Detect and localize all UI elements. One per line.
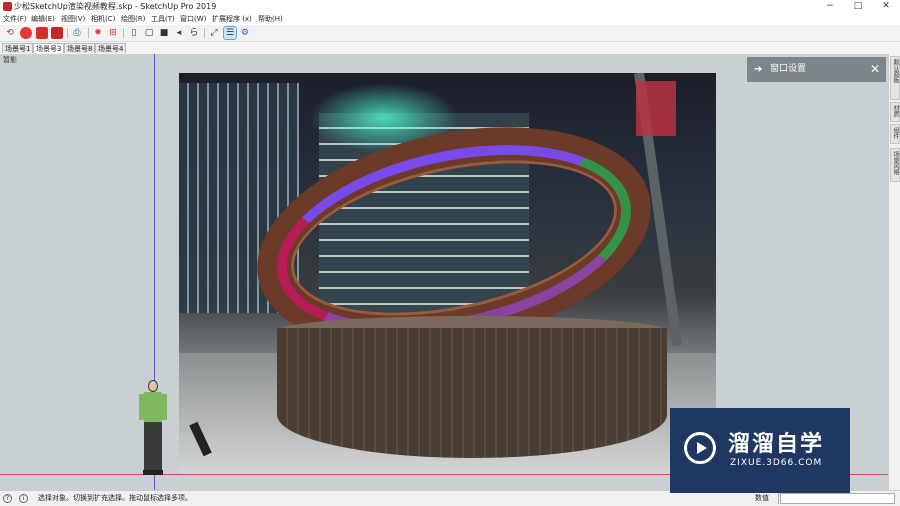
measurements-input[interactable] [780,493,895,504]
toolbar-separator [123,28,124,38]
figure-shoes [143,470,163,475]
menu-camera[interactable]: 相机(C) [91,13,115,25]
box-icon[interactable]: ■ [158,27,170,39]
camera-icon[interactable] [51,27,63,39]
section-icon[interactable]: ◂ [173,27,185,39]
toolbar-separator [67,28,68,38]
window-title: 少松SketchUp渲染视频教程.skp - SketchUp Pro 2019 [14,2,217,11]
menu-bar: 文件(F) 编辑(E) 视图(V) 相机(C) 绘图(R) 工具(T) 窗口(W… [0,13,900,25]
minimize-button[interactable]: − [816,0,844,13]
watermark-logo: 溜溜自学 ZIXUE.3D66.COM [670,408,850,493]
figure-body [143,392,163,422]
scene-tab-8[interactable]: 场景号8 [64,43,96,53]
arrow-right-icon[interactable]: ➔ [754,57,762,82]
menu-extensions[interactable]: 扩展程序 (x) [212,13,252,25]
menu-edit[interactable]: 编辑(E) [31,13,55,25]
folder-icon[interactable] [36,27,48,39]
text-icon[interactable]: ら [188,27,200,39]
watermark-title: 溜溜自学 [728,432,825,457]
status-message: 选择对象。切换到扩充选择。拖动鼠标选择多项。 [38,494,192,502]
component-icon[interactable]: ⊞ [107,27,119,39]
maximize-button[interactable]: □ [844,0,872,13]
watermark-subtitle: ZIXUE.3D66.COM [730,458,823,468]
window-settings-panel[interactable]: ➔ 窗口设置 ✕ [747,57,886,82]
scale-figure[interactable] [137,380,169,476]
sketchup-window: 少松SketchUp渲染视频教程.skp - SketchUp Pro 2019… [0,0,900,506]
back-view-icon[interactable]: ▢ [143,27,155,39]
walk-icon[interactable]: ⟲ [4,27,16,39]
toolbar-separator [88,28,89,38]
menu-file[interactable]: 文件(F) [3,13,27,25]
front-view-icon[interactable]: ▯ [128,27,140,39]
geo-location-icon[interactable]: ? [3,494,12,503]
close-button[interactable]: ✕ [872,0,900,13]
info-icon[interactable]: i [19,494,28,503]
figure-legs [144,422,162,472]
scene-tabs: 场景号1 场景号3 场景号8 场景号4 [0,42,900,54]
menu-help[interactable]: 帮助(H) [258,13,283,25]
tray-tab-styles[interactable]: 场景风格 [890,148,900,182]
sketchup-app-icon [3,2,12,11]
default-tray: 默认面板 材质 组件 场景风格 [888,54,900,490]
sun-icon[interactable]: ✹ [92,27,104,39]
scene-tab-4[interactable]: 场景号4 [95,43,127,53]
print-icon[interactable]: ⎙ [71,27,83,39]
scene-tab-3[interactable]: 场景号3 [33,43,65,53]
dimension-icon[interactable]: ⤢ [208,27,220,39]
photo-bench [277,328,667,458]
tray-tab-materials[interactable]: 材质 [890,102,900,122]
title-bar: 少松SketchUp渲染视频教程.skp - SketchUp Pro 2019… [0,0,900,13]
menu-draw[interactable]: 绘图(R) [121,13,145,25]
toolbar: ⟲ ⎙ ✹ ⊞ ▯ ▢ ■ ◂ ら ⤢ ☰ ⚙ [0,25,900,42]
toolbar-separator [204,28,205,38]
menu-window[interactable]: 窗口(W) [180,13,206,25]
figure-head [148,380,158,392]
measurements-label: 数值 [755,493,779,504]
play-logo-icon [684,432,716,464]
outliner-icon[interactable]: ☰ [223,26,237,40]
gear-icon[interactable] [20,27,32,39]
settings-icon[interactable]: ⚙ [239,27,251,39]
panel-title: 窗口设置 [770,64,807,74]
matched-photo [179,73,716,475]
viewport-label: 暂影 [3,56,17,64]
menu-view[interactable]: 视图(V) [61,13,85,25]
menu-tools[interactable]: 工具(T) [151,13,175,25]
tray-tab-default[interactable]: 默认面板 [890,56,900,100]
close-icon[interactable]: ✕ [870,57,880,82]
scene-tab-1[interactable]: 场景号1 [2,43,34,53]
photo-banner [636,81,676,136]
tray-tab-components[interactable]: 组件 [890,124,900,144]
